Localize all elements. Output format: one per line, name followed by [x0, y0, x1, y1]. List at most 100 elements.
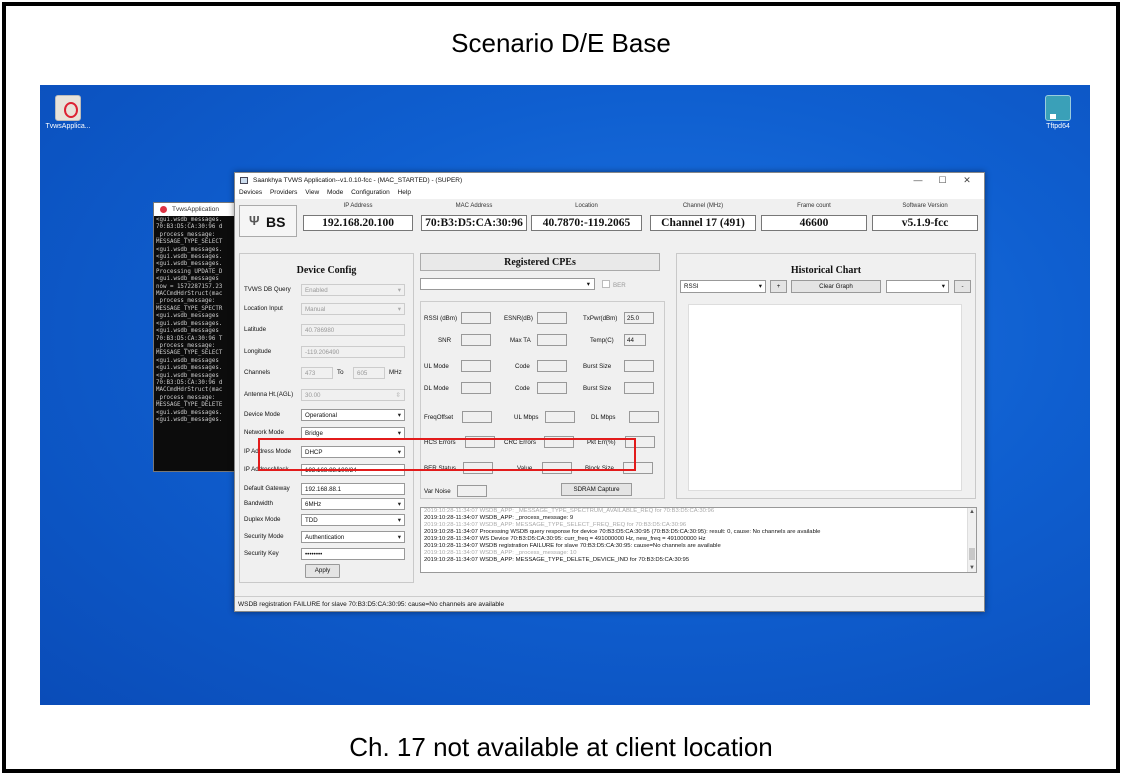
terminal-line: MACCmdHdrStruct(mac: [156, 387, 223, 394]
esnr-field: [537, 312, 567, 324]
series-select[interactable]: [886, 280, 949, 293]
latitude-field[interactable]: 40.786980: [301, 324, 405, 336]
metric-label: UL Mbps: [514, 414, 539, 421]
location-input-select[interactable]: Manual: [301, 303, 405, 315]
snr-field: [461, 334, 491, 346]
log-line: 2019:10:28-11:34:07 WSDB_APP: MESSAGE_TY…: [424, 522, 687, 528]
apply-button[interactable]: Apply: [305, 564, 340, 578]
desktop-shortcut-tvws[interactable]: TvwsApplica...: [40, 95, 96, 130]
header-value: 46600: [761, 215, 867, 231]
menu-view[interactable]: View: [305, 189, 319, 196]
terminal-line: MESSAGE_TYPE_SELECT: [156, 350, 223, 357]
metric-label: DL Mbps: [591, 414, 616, 421]
terminal-line: _process_message:: [156, 231, 216, 238]
field-label: Security Mode: [244, 533, 284, 540]
ul-mbps-field: [545, 411, 575, 423]
bandwidth-select[interactable]: 6MHz: [301, 498, 405, 510]
metric-label: TxPwr(dBm): [583, 315, 618, 322]
desktop-shortcut-label: TvwsApplica...: [45, 123, 91, 130]
maximize-button[interactable]: ☐: [931, 175, 953, 186]
add-series-button[interactable]: +: [770, 280, 787, 293]
max-ta-field: [537, 334, 567, 346]
security-key-field[interactable]: ••••••••: [301, 548, 405, 560]
menu-providers[interactable]: Providers: [270, 189, 297, 196]
channel-to-spinner[interactable]: 605: [353, 367, 385, 379]
header-label: IP Address: [343, 203, 373, 209]
cpe-metrics-grid: RSSI (dBm) ESNR(dB) TxPwr(dBm) 25.0 SNR M…: [420, 301, 665, 499]
terminal-line: _process_message:: [156, 298, 216, 305]
header-ip: IP Address 192.168.20.100: [303, 203, 413, 231]
antenna-height-spinner[interactable]: 30.00: [301, 389, 405, 401]
field-label: Security Key: [244, 550, 279, 557]
event-log[interactable]: 2019:10:28-11:34:07 WSDB_APP: _MESSAGE_T…: [420, 507, 977, 573]
tvws-app-window[interactable]: Saankhya TVWS Application--v1.0.10-fcc -…: [234, 172, 985, 612]
window-titlebar[interactable]: Saankhya TVWS Application--v1.0.10-fcc -…: [235, 173, 984, 188]
log-line: 2019:10:28-11:34:07 WS Device 70:B3:D5:C…: [424, 536, 706, 542]
registered-cpes-panel: Registered CPEs BER RSSI (dBm) ESNR(dB) …: [420, 253, 670, 499]
metric-label: Code: [515, 363, 530, 370]
terminal-line: now = 1572287157.23: [156, 283, 223, 290]
log-line: 2019:10:28-11:34:07 Processing WSDB quer…: [424, 529, 821, 535]
ber-checkbox[interactable]: BER: [602, 280, 626, 289]
desktop-shortcut-tftpd64[interactable]: Tftpd64: [1030, 95, 1086, 130]
header-label: MAC Address: [455, 203, 493, 209]
log-line: 2019:10:28-11:34:07 WSDB registration FA…: [424, 543, 721, 549]
metric-label: Block Size: [585, 465, 614, 472]
sdram-capture-button[interactable]: SDRAM Capture: [561, 483, 632, 496]
ip-address-mode-select[interactable]: DHCP: [301, 446, 405, 458]
scroll-up-icon[interactable]: ▲: [969, 509, 975, 515]
menu-help[interactable]: Help: [398, 189, 411, 196]
terminal-line: <gui.wsdb_messages: [156, 372, 219, 379]
metric-label: RSSI (dBm): [424, 315, 458, 322]
channel-from-spinner[interactable]: 473: [301, 367, 333, 379]
field-label: Antenna Ht.(AGL): [244, 391, 294, 398]
ip-address-mask-field[interactable]: 192.168.88.100/24: [301, 464, 405, 476]
historical-chart-panel: Historical Chart RSSI + Clear Graph -: [676, 253, 976, 499]
clear-graph-button[interactable]: Clear Graph: [791, 280, 881, 293]
device-mode-select[interactable]: Operational: [301, 409, 405, 421]
terminal-line: <gui.wsdb_messages.: [156, 320, 223, 327]
metric-label: BER Status: [424, 465, 456, 472]
close-button[interactable]: ✕: [956, 175, 978, 186]
terminal-line: <gui.wsdb_messages.: [156, 254, 223, 261]
duplex-mode-select[interactable]: TDD: [301, 514, 405, 526]
header-value: 192.168.20.100: [303, 215, 413, 231]
terminal-line: _process_message:: [156, 342, 216, 349]
metric-select[interactable]: RSSI: [680, 280, 766, 293]
dl-code-field: [537, 382, 567, 394]
log-line: 2019:10:28-11:34:07 WSDB_APP: _MESSAGE_T…: [424, 508, 715, 514]
menu-mode[interactable]: Mode: [327, 189, 343, 196]
log-scrollbar[interactable]: ▲ ▼: [967, 508, 976, 572]
menu-devices[interactable]: Devices: [239, 189, 262, 196]
dl-burst-field: [624, 382, 654, 394]
dl-mbps-field: [629, 411, 659, 423]
slide-caption: Ch. 17 not available at client location: [349, 732, 773, 762]
chart-plot-area: [688, 304, 962, 491]
network-mode-select[interactable]: Bridge: [301, 427, 405, 439]
security-mode-select[interactable]: Authentication: [301, 531, 405, 543]
bs-logo: Ψ BS: [239, 205, 297, 237]
default-gateway-field[interactable]: 192.168.88.1: [301, 483, 405, 495]
channel-unit: MHz: [389, 369, 402, 376]
header-mac: MAC Address 70:B3:D5:CA:30:96: [421, 203, 527, 231]
ip-address-mask-row: IP AddressMask 192.168.88.100/24: [244, 464, 409, 476]
tvws-db-query-select[interactable]: Enabled: [301, 284, 405, 296]
longitude-field[interactable]: -119.206490: [301, 346, 405, 358]
metric-label: SNR: [438, 337, 452, 344]
minimize-button[interactable]: —: [907, 175, 929, 185]
metric-label: Value: [517, 465, 533, 472]
scroll-down-icon[interactable]: ▼: [969, 565, 975, 571]
terminal-line: <gui.wsdb_messages.: [156, 246, 223, 253]
cpe-select[interactable]: [420, 278, 595, 290]
hcs-errors-field: [465, 436, 495, 448]
menu-configuration[interactable]: Configuration: [351, 189, 390, 196]
log-line: 2019:10:28-11:34:07 WSDB_APP: _process_m…: [424, 515, 574, 521]
channels-row: Channels 473 To 605 MHz: [244, 367, 409, 379]
tftpd64-icon: [1045, 95, 1071, 121]
bs-logo-text: BS: [266, 214, 286, 230]
log-line: 2019:10:28-11:34:07 WSDB_APP: MESSAGE_TY…: [424, 557, 690, 563]
device-config-panel: Device Config TVWS DB Query Enabled Loca…: [239, 253, 414, 583]
app-icon: [240, 177, 248, 184]
scroll-thumb[interactable]: [969, 548, 975, 560]
remove-series-button[interactable]: -: [954, 280, 971, 293]
